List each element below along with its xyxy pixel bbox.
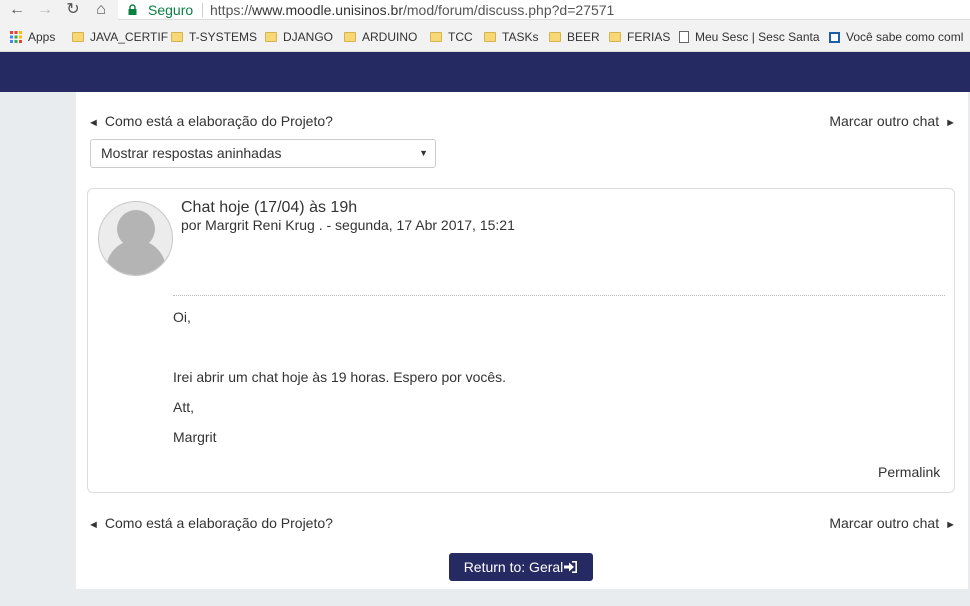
next-discussion-link[interactable]: Marcar outro chat [829,113,956,129]
prev-discussion-link-bottom[interactable]: Como está a elaboração do Projeto? [88,515,333,531]
folder-icon [72,32,84,42]
post-body-line: Irei abrir um chat hoje às 19 horas. Esp… [173,369,507,385]
home-icon[interactable]: ⌂ [90,0,112,20]
folder-icon [430,32,442,42]
post-body-line: Margrit [173,429,217,445]
display-mode-select[interactable]: Mostrar respostas aninhadas ▼ [90,139,436,168]
browser-toolbar: ← → ↻ ⌂ Seguro https://www.moodle.unisin… [0,0,970,22]
omnibox-divider [202,3,203,17]
sign-in-icon [564,561,578,573]
prev-discussion-link[interactable]: Como está a elaboração do Projeto? [88,113,333,129]
post-body-line: Att, [173,399,195,415]
apps-grid-icon [10,31,22,43]
bookmark-java-certif[interactable]: JAVA_CERTIF [72,22,168,52]
post-author-line: por Margrit Reni Krug . - segunda, 17 Ab… [181,217,515,233]
chevron-down-icon: ▼ [419,148,428,158]
bookmarks-bar: Apps JAVA_CERTIF T-SYSTEMS DJANGO ARDUIN… [0,22,970,52]
secure-label: Seguro [148,2,194,18]
display-mode-value: Mostrar respostas aninhadas [101,145,282,161]
bookmark-tcc[interactable]: TCC [430,22,473,52]
page-icon [679,31,689,43]
permalink-link[interactable]: Permalink [878,464,940,480]
folder-icon [344,32,356,42]
bookmark-meu-sesc[interactable]: Meu Sesc | Sesc Santa [679,22,820,52]
bookmark-arduino[interactable]: ARDUINO [344,22,417,52]
back-icon[interactable]: ← [6,0,28,20]
bookmark-tasks[interactable]: TASKs [484,22,538,52]
reload-icon[interactable]: ↻ [62,0,84,20]
post-body-line: Oi, [173,309,191,325]
lock-icon [128,4,137,15]
folder-icon [549,32,561,42]
address-bar[interactable]: Seguro https://www.moodle.unisinos.br/mo… [118,0,970,20]
site-icon [829,32,840,43]
forum-post [87,188,955,493]
folder-icon [609,32,621,42]
folder-icon [171,32,183,42]
folder-icon [484,32,496,42]
folder-icon [265,32,277,42]
bookmark-beer[interactable]: BEER [549,22,600,52]
post-subject: Chat hoje (17/04) às 19h [181,199,358,216]
bookmark-t-systems[interactable]: T-SYSTEMS [171,22,257,52]
next-discussion-link-bottom[interactable]: Marcar outro chat [829,515,956,531]
bookmark-ferias[interactable]: FERIAS [609,22,670,52]
page-title-cutoff [100,84,280,94]
post-divider [173,295,945,296]
bookmark-django[interactable]: DJANGO [265,22,333,52]
bookmark-voce-sabe[interactable]: Você sabe como coml [829,22,963,52]
avatar[interactable] [98,201,173,276]
forward-icon[interactable]: → [34,0,56,20]
bookmark-apps[interactable]: Apps [10,22,55,52]
return-to-forum-button[interactable]: Return to: Geral [449,553,593,581]
url-text[interactable]: https://www.moodle.unisinos.br/mod/forum… [210,0,614,20]
